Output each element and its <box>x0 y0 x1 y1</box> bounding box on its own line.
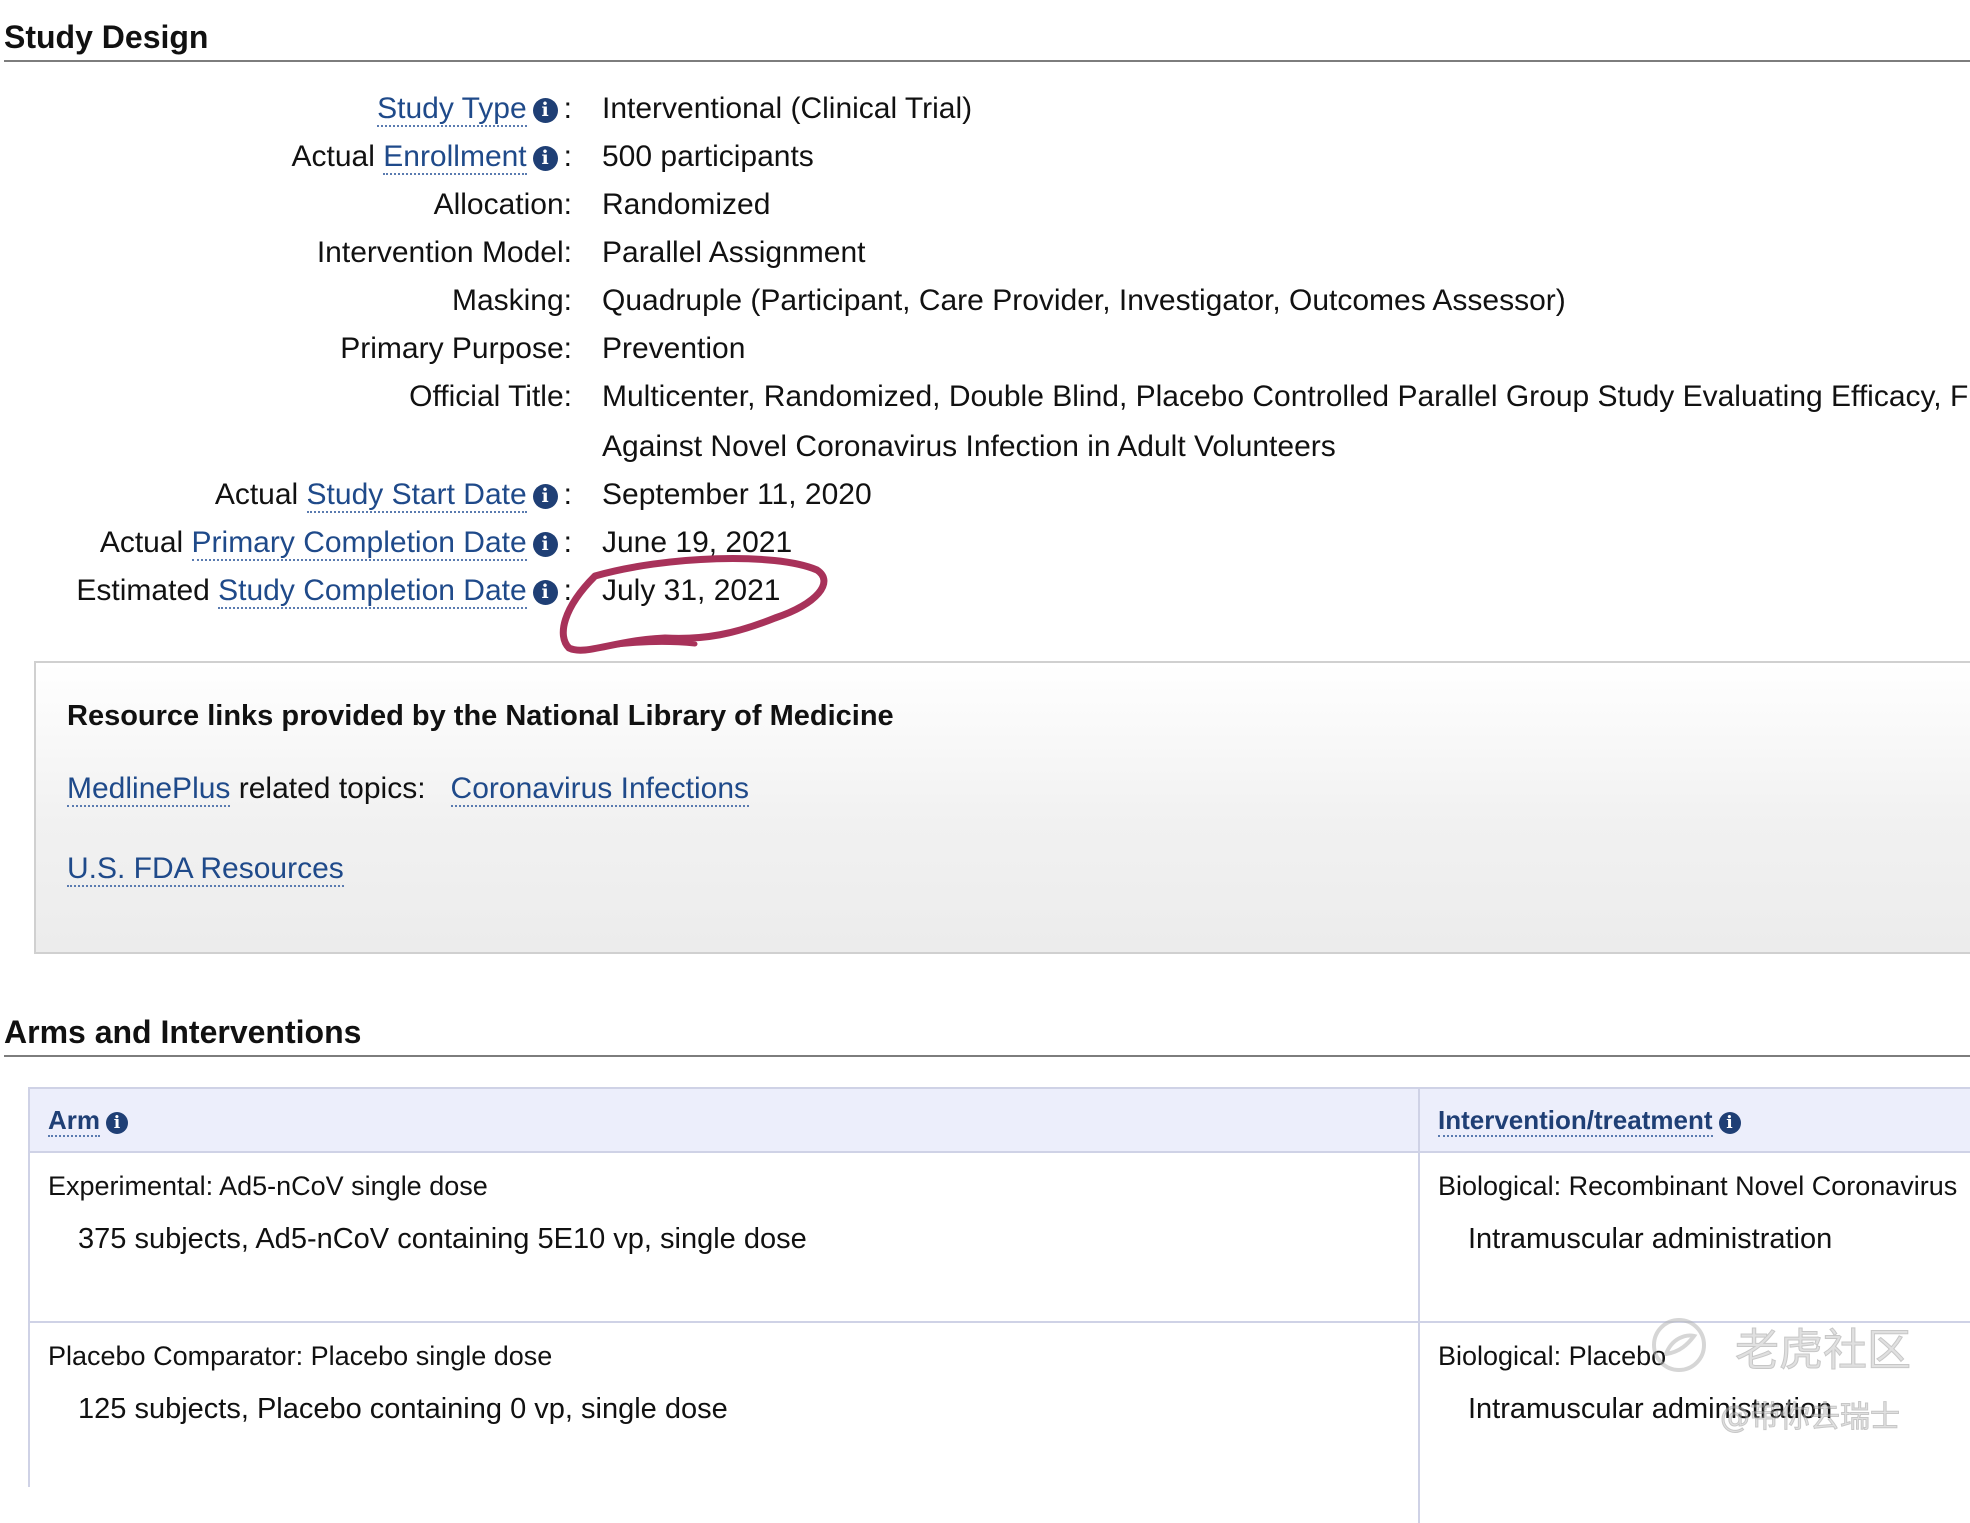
medlineplus-topics: MedlinePlus related topics: Coronavirus … <box>67 772 750 807</box>
masking-label: Masking: <box>451 284 572 317</box>
primary-completion-date-value: June 19, 2021 <box>602 526 793 559</box>
primary-completion-date-label: Actual Primary Completion Date i: <box>100 522 572 564</box>
study-start-date-label: Actual Study Start Date i: <box>215 474 572 516</box>
label-prefix: Estimated <box>76 574 219 607</box>
resource-links-panel: Resource links provided by the National … <box>34 661 1970 954</box>
fda-resources-link[interactable]: U.S. FDA Resources <box>67 852 344 887</box>
info-icon[interactable]: i <box>532 532 558 557</box>
masking-value: Quadruple (Participant, Care Provider, I… <box>602 284 1566 317</box>
arm-description: 375 subjects, Ad5-nCoV containing 5E10 v… <box>78 1223 807 1255</box>
intervention-description: Intramuscular administration <box>1468 1393 1833 1425</box>
primary-purpose-label: Primary Purpose: <box>340 332 572 365</box>
info-icon[interactable]: i <box>532 580 558 605</box>
study-completion-date-value: July 31, 2021 <box>602 574 781 607</box>
intervention-header-link[interactable]: Intervention/treatment <box>1438 1105 1713 1137</box>
section-title-study-design: Study Design <box>4 19 209 55</box>
arm-description: 125 subjects, Placebo containing 0 vp, s… <box>78 1393 728 1425</box>
study-completion-date-label: Estimated Study Completion Date i: <box>76 570 572 612</box>
label-colon: : <box>563 140 572 173</box>
column-header-intervention: Intervention/treatment i <box>1420 1089 1970 1153</box>
study-type-link[interactable]: Study Type <box>377 92 527 127</box>
enrollment-label: Actual Enrollment i: <box>292 136 572 178</box>
masking-row: Masking: Quadruple (Participant, Care Pr… <box>0 280 1970 322</box>
info-icon[interactable]: i <box>532 98 558 123</box>
primary-purpose-row: Primary Purpose: Prevention <box>0 328 1970 370</box>
official-title-value-line2: Against Novel Coronavirus Infection in A… <box>602 430 1336 463</box>
label-prefix: Actual <box>214 478 307 511</box>
enrollment-row: Actual Enrollment i: 500 participants <box>0 136 1970 178</box>
primary-completion-date-link[interactable]: Primary Completion Date <box>191 526 527 561</box>
study-completion-date-link[interactable]: Study Completion Date <box>218 574 527 609</box>
info-icon[interactable]: i <box>106 1112 129 1134</box>
column-header-arm: Arm i <box>30 1089 1420 1153</box>
resource-links-heading: Resource links provided by the National … <box>67 700 894 732</box>
study-start-date-link[interactable]: Study Start Date <box>306 478 527 513</box>
arm-header-label: Arm i <box>48 1105 129 1137</box>
label-colon: : <box>563 92 572 125</box>
section-divider <box>4 1055 1970 1057</box>
label-colon: : <box>563 478 572 511</box>
table-row-intervention-cell: Biological: Placebo Intramuscular admini… <box>1420 1323 1970 1523</box>
enrollment-link[interactable]: Enrollment <box>383 140 527 175</box>
intervention-model-value: Parallel Assignment <box>602 236 866 269</box>
intervention-model-label: Intervention Model: <box>316 236 572 269</box>
primary-completion-date-row: Actual Primary Completion Date i: June 19… <box>0 522 1970 564</box>
medlineplus-related-text: related topics: <box>230 772 426 805</box>
allocation-label: Allocation: <box>433 188 572 221</box>
section-divider <box>4 60 1970 62</box>
allocation-value: Randomized <box>602 188 771 221</box>
table-row-arm-cell: Experimental: Ad5-nCoV single dose 375 s… <box>30 1153 1420 1323</box>
arm-header-link[interactable]: Arm <box>48 1105 101 1137</box>
label-colon: : <box>563 574 572 607</box>
coronavirus-infections-link[interactable]: Coronavirus Infections <box>450 772 750 807</box>
study-type-row: Study Type i: Interventional (Clinical Tr… <box>0 88 1970 130</box>
study-start-date-row: Actual Study Start Date i: September 11, … <box>0 474 1970 516</box>
table-row-intervention-cell: Biological: Recombinant Novel Coronaviru… <box>1420 1153 1970 1323</box>
enrollment-value: 500 participants <box>602 140 814 173</box>
arms-interventions-table: Arm i Intervention/treatment i Experimenta… <box>28 1087 1970 1523</box>
label-prefix: Actual <box>99 526 192 559</box>
study-start-date-value: September 11, 2020 <box>602 478 872 511</box>
info-icon[interactable]: i <box>532 146 558 171</box>
fda-resources: U.S. FDA Resources <box>67 852 344 887</box>
intervention-header-label: Intervention/treatment i <box>1438 1105 1741 1137</box>
study-type-label: Study Type i: <box>377 88 572 130</box>
label-prefix: Actual <box>291 140 384 173</box>
primary-purpose-value: Prevention <box>602 332 746 365</box>
label-colon: : <box>563 526 572 559</box>
info-icon[interactable]: i <box>532 484 558 509</box>
official-title-row-continued: Against Novel Coronavirus Infection in A… <box>0 426 1970 468</box>
intervention-model-row: Intervention Model: Parallel Assignment <box>0 232 1970 274</box>
official-title-row: Official Title: Multicenter, Randomized,… <box>0 376 1970 418</box>
intervention-title: Biological: Recombinant Novel Coronaviru… <box>1438 1171 1958 1201</box>
study-type-value: Interventional (Clinical Trial) <box>602 92 973 125</box>
info-icon[interactable]: i <box>1718 1112 1741 1134</box>
section-title-arms-interventions: Arms and Interventions <box>4 1014 362 1050</box>
allocation-row: Allocation: Randomized <box>0 184 1970 226</box>
arm-title: Placebo Comparator: Placebo single dose <box>48 1341 553 1371</box>
study-completion-date-row: Estimated Study Completion Date i: July 3… <box>0 570 1970 612</box>
official-title-value: Multicenter, Randomized, Double Blind, P… <box>602 380 1969 413</box>
medlineplus-link[interactable]: MedlinePlus <box>67 772 231 807</box>
arm-title: Experimental: Ad5-nCoV single dose <box>48 1171 488 1201</box>
table-row-arm-cell: Placebo Comparator: Placebo single dose … <box>30 1323 1420 1523</box>
intervention-description: Intramuscular administration <box>1468 1223 1833 1255</box>
intervention-title: Biological: Placebo <box>1438 1341 1667 1371</box>
official-title-label: Official Title: <box>409 380 572 413</box>
